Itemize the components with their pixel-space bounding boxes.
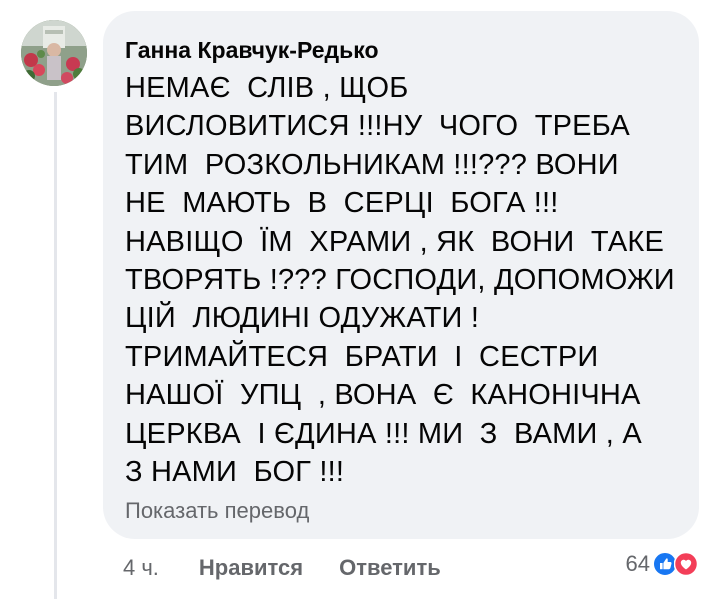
- comment-line: НАВІЩО ЇМ ХРАМИ , ЯК ВОНИ ТАКЕ: [125, 225, 665, 258]
- love-icon: [673, 551, 699, 577]
- comment-actions: 4 ч. Нравится Ответить: [123, 553, 441, 583]
- comment-text: НЕМАЄ СЛІВ , ЩОБ ВИСЛОВИТИСЯ !!!НУ ЧОГО …: [125, 69, 679, 491]
- comment-line: НЕ МАЮТЬ В СЕРЦІ БОГА !!!: [125, 187, 559, 220]
- comment-time[interactable]: 4 ч.: [123, 555, 159, 581]
- comment-line: НАШОЇ УПЦ , ВОНА Є КАНОНІЧНА: [125, 379, 641, 412]
- avatar[interactable]: [21, 20, 87, 86]
- author-name[interactable]: Ганна Кравчук-Редько: [125, 35, 679, 65]
- thread-line: [54, 92, 57, 599]
- comment-line: НЕМАЄ СЛІВ , ЩОБ: [125, 72, 409, 104]
- comment-line: ЦІЙ ЛЮДИНІ ОДУЖАТИ !: [125, 302, 480, 335]
- comment-line: ЦЕРКВА І ЄДИНА !!! МИ З ВАМИ , А: [125, 417, 642, 450]
- reply-button[interactable]: Ответить: [339, 555, 441, 581]
- comment-line: ТРИМАЙТЕСЯ БРАТИ І СЕСТРИ: [125, 340, 599, 373]
- comment-line: ТВОРЯТЬ !??? ГОСПОДИ, ДОПОМОЖИ: [125, 264, 675, 297]
- comment-line: ТИМ РОЗКОЛЬНИКАМ !!!??? ВОНИ: [125, 148, 619, 181]
- avatar-image: [21, 20, 87, 86]
- show-translation-link[interactable]: Показать перевод: [125, 497, 679, 525]
- comment-bubble: Ганна Кравчук-Редько НЕМАЄ СЛІВ , ЩОБ ВИ…: [103, 11, 699, 539]
- like-button[interactable]: Нравится: [199, 555, 303, 581]
- comment-line: ВИСЛОВИТИСЯ !!!НУ ЧОГО ТРЕБА: [125, 110, 630, 143]
- reactions-summary[interactable]: 64: [625, 551, 699, 577]
- reaction-count: 64: [625, 551, 650, 576]
- comment-line: З НАМИ БОГ !!!: [125, 456, 345, 489]
